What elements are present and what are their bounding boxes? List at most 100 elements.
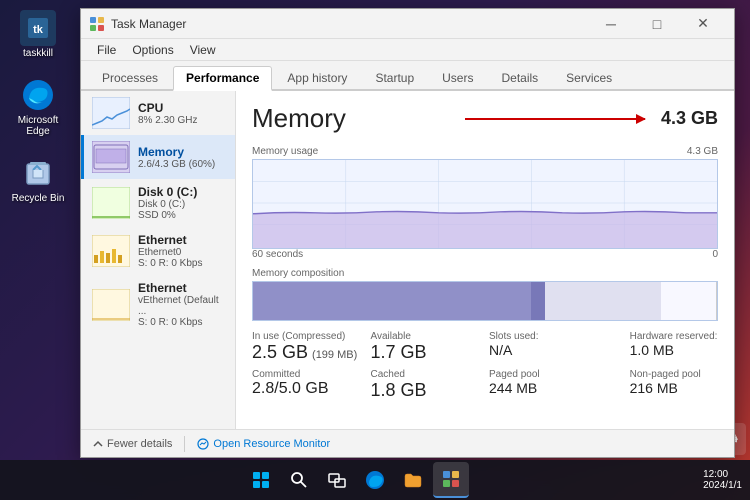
paged-label: Paged pool (489, 369, 622, 380)
taskkill-label: taskkill (23, 48, 53, 59)
ethernet0-mini-chart (92, 235, 130, 267)
tab-performance[interactable]: Performance (173, 66, 272, 91)
task-manager-window: Task Manager ─ □ ✕ File Options View Pro… (80, 8, 735, 458)
disk-mini-chart (92, 187, 130, 219)
tab-bar: Processes Performance App history Startu… (81, 61, 734, 91)
fewer-details-button[interactable]: Fewer details (93, 438, 172, 450)
hardware-stat: Hardware reserved: 1.0 MB (630, 331, 718, 363)
ethernet1-detail: vEthernet (Default ...S: 0 R: 0 Kbps (138, 295, 227, 328)
sidebar-item-ethernet0[interactable]: Ethernet Ethernet0S: 0 R: 0 Kbps (81, 227, 235, 275)
disk-info: Disk 0 (C:) Disk 0 (C:)SSD 0% (138, 185, 227, 221)
composition-label: Memory composition (252, 268, 718, 279)
ethernet0-name: Ethernet (138, 233, 227, 247)
cpu-mini-chart (92, 97, 130, 129)
main-panel: Memory 4.3 GB Memory usage 4.3 GB (236, 91, 734, 429)
menu-options[interactable]: Options (124, 41, 181, 59)
desktop-icon-recycle[interactable]: Recycle Bin (8, 155, 68, 204)
sidebar-item-memory[interactable]: Memory 2.6/4.3 GB (60%) (81, 135, 235, 179)
usage-chart (252, 159, 718, 249)
committed-stat: Committed 2.8/5.0 GB (252, 369, 363, 401)
chevron-up-icon (93, 439, 103, 449)
menu-file[interactable]: File (89, 41, 124, 59)
taskbar-tray: 12:002024/1/1 (703, 469, 742, 491)
stats-container: In use (Compressed) 2.5 GB (199 MB) Avai… (252, 331, 718, 401)
available-stat: Available 1.7 GB (371, 331, 482, 363)
disk-name: Disk 0 (C:) (138, 185, 227, 199)
tab-services[interactable]: Services (553, 66, 625, 89)
free-segment (661, 282, 717, 320)
hardware-value: 1.0 MB (630, 342, 718, 358)
cpu-info: CPU 8% 2.30 GHz (138, 101, 227, 126)
desktop-icon-taskkill[interactable]: tk taskkill (8, 10, 68, 59)
modified-segment (531, 282, 545, 320)
in-use-label: In use (Compressed) (252, 331, 363, 342)
standby-segment (545, 282, 661, 320)
taskbar-search[interactable] (281, 462, 317, 498)
cached-value: 1.8 GB (371, 380, 482, 401)
cached-stat: Cached 1.8 GB (371, 369, 482, 401)
memory-arrow: 4.3 GB (465, 108, 718, 129)
taskbar-taskmanager[interactable] (433, 462, 469, 498)
time-labels: 60 seconds 0 (252, 249, 718, 260)
open-monitor-link[interactable]: Open Resource Monitor (213, 438, 330, 450)
desktop: tk taskkill Microsoft Edge (0, 0, 750, 500)
composition-chart-section: Memory composition (252, 268, 718, 321)
memory-total: 4.3 GB (661, 108, 718, 129)
cpu-detail: 8% 2.30 GHz (138, 115, 227, 126)
open-monitor-button[interactable]: Open Resource Monitor (197, 438, 330, 450)
taskbar: 12:002024/1/1 (0, 460, 750, 500)
memory-title: Memory (252, 103, 465, 134)
menu-view[interactable]: View (182, 41, 224, 59)
composition-bar (253, 282, 717, 320)
nonpaged-stat: Non-paged pool 216 MB (630, 369, 718, 401)
available-label: Available (371, 331, 482, 342)
ethernet1-mini-chart (92, 289, 130, 321)
composition-chart (252, 281, 718, 321)
ethernet0-info: Ethernet Ethernet0S: 0 R: 0 Kbps (138, 233, 227, 269)
committed-value: 2.8/5.0 GB (252, 380, 363, 398)
title-bar: Task Manager ─ □ ✕ (81, 9, 734, 39)
cpu-name: CPU (138, 101, 227, 115)
paged-value: 244 MB (489, 380, 622, 396)
edge-label: Microsoft Edge (8, 115, 68, 137)
hardware-label: Hardware reserved: (630, 331, 718, 342)
close-button[interactable]: ✕ (680, 9, 726, 39)
fewer-details-label: Fewer details (107, 438, 172, 450)
sidebar-item-cpu[interactable]: CPU 8% 2.30 GHz (81, 91, 235, 135)
tab-details[interactable]: Details (488, 66, 551, 89)
memory-header: Memory 4.3 GB (252, 103, 718, 134)
tab-startup[interactable]: Startup (362, 66, 427, 89)
tab-processes[interactable]: Processes (89, 66, 171, 89)
content-area: CPU 8% 2.30 GHz Memory (81, 91, 734, 429)
taskbar-start[interactable] (243, 462, 279, 498)
desktop-icon-edge[interactable]: Microsoft Edge (8, 77, 68, 137)
taskbar-icons (8, 462, 703, 498)
nonpaged-label: Non-paged pool (630, 369, 718, 380)
taskbar-edge[interactable] (357, 462, 393, 498)
slots-value: N/A (489, 342, 622, 358)
footer-divider (184, 436, 185, 452)
sidebar-item-ethernet1[interactable]: Ethernet vEthernet (Default ...S: 0 R: 0… (81, 275, 235, 334)
usage-chart-label: Memory usage 4.3 GB (252, 146, 718, 157)
maximize-button[interactable]: □ (634, 9, 680, 39)
tab-users[interactable]: Users (429, 66, 486, 89)
nonpaged-value: 216 MB (630, 380, 718, 396)
taskmanager-icon (89, 16, 105, 32)
cached-label: Cached (371, 369, 482, 380)
in-use-sub: (199 MB) (312, 349, 357, 361)
sidebar: CPU 8% 2.30 GHz Memory (81, 91, 236, 429)
sidebar-item-disk[interactable]: Disk 0 (C:) Disk 0 (C:)SSD 0% (81, 179, 235, 227)
taskbar-taskview[interactable] (319, 462, 355, 498)
desktop-icons: tk taskkill Microsoft Edge (8, 10, 68, 204)
minimize-button[interactable]: ─ (588, 9, 634, 39)
in-use-value: 2.5 GB (252, 342, 308, 363)
ethernet0-detail: Ethernet0S: 0 R: 0 Kbps (138, 247, 227, 269)
available-value: 1.7 GB (371, 342, 482, 363)
tab-apphistory[interactable]: App history (274, 66, 360, 89)
window-controls: ─ □ ✕ (588, 9, 726, 39)
taskbar-time: 12:002024/1/1 (703, 469, 742, 491)
taskbar-explorer[interactable] (395, 462, 431, 498)
memory-detail: 2.6/4.3 GB (60%) (138, 159, 227, 170)
monitor-icon (197, 438, 209, 450)
ethernet1-info: Ethernet vEthernet (Default ...S: 0 R: 0… (138, 281, 227, 328)
